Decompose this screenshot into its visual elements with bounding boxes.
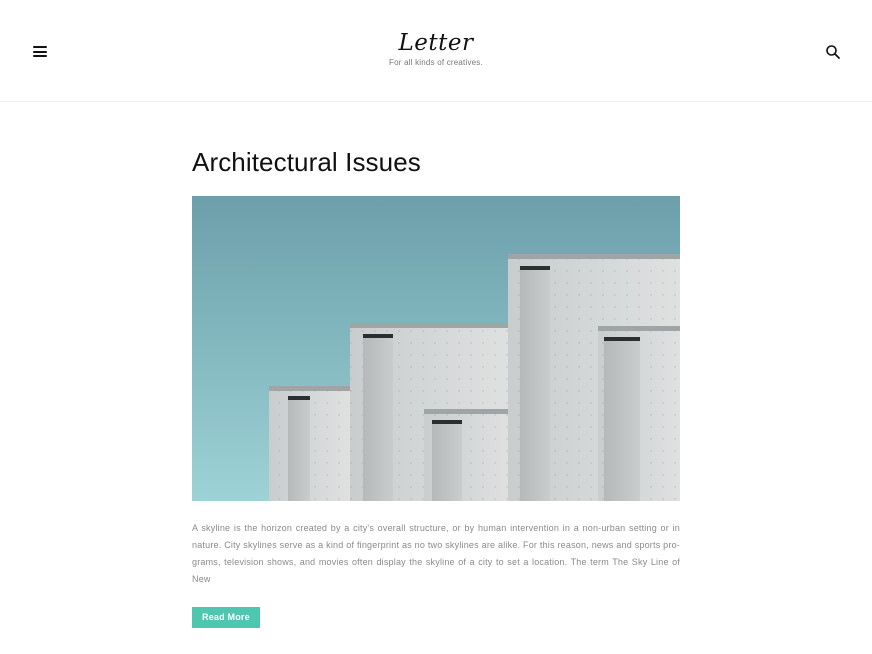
post-excerpt: A skyline is the horizon created by a ci… xyxy=(192,523,680,584)
read-more-button[interactable]: Read More xyxy=(192,607,260,628)
search-icon[interactable] xyxy=(825,44,841,60)
blog-post: Architectural Issues A skyline is the ho… xyxy=(192,140,680,628)
site-header: Letter For all kinds of creatives. xyxy=(0,0,872,102)
post-featured-image[interactable] xyxy=(192,196,680,501)
site-branding: Letter For all kinds of creatives. xyxy=(0,28,872,67)
site-tagline: For all kinds of creatives. xyxy=(389,58,483,67)
post-title[interactable]: Architectural Issues xyxy=(192,140,680,184)
site-title[interactable]: Letter xyxy=(0,28,872,58)
